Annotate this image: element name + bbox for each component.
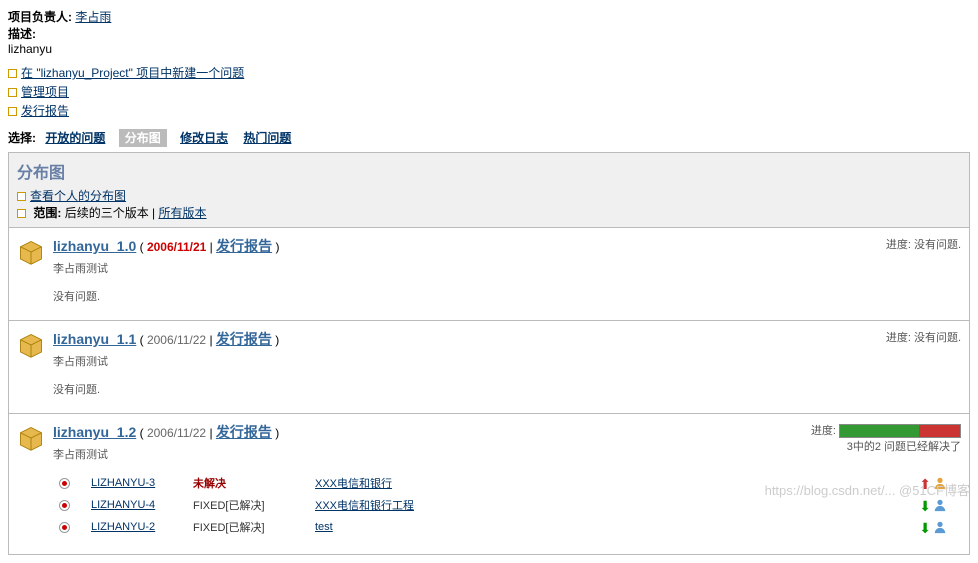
version-report-link[interactable]: 发行报告 [216,331,272,347]
issue-type-icon [59,500,70,511]
version-report-link[interactable]: 发行报告 [216,238,272,254]
tab-open-issues[interactable]: 开放的问题 [45,131,105,145]
bullet-icon [8,88,17,97]
assignee-icon[interactable] [933,520,947,534]
owner-label: 项目负责人: [8,10,72,24]
issue-summary-link[interactable]: test [315,521,333,533]
version-link[interactable]: lizhanyu_1.2 [53,424,136,440]
issue-status: FIXED[已解决] [187,516,309,538]
progress-bar [839,424,961,438]
package-icon [17,238,45,266]
tab-row: 选择: 开放的问题 分布图 修改日志 热门问题 [8,129,970,146]
arrow-up-icon[interactable]: ⬆ [917,476,931,490]
owner-link[interactable]: 李占雨 [75,10,111,24]
version-link[interactable]: lizhanyu_1.0 [53,238,136,254]
version-report-link[interactable]: 发行报告 [216,424,272,440]
bullet-icon [8,69,17,78]
tab-changelog[interactable]: 修改日志 [180,131,228,145]
version-block: lizhanyu_1.2 ( 2006/11/22 | 发行报告 )李占雨测试进… [9,413,969,554]
issue-key-link[interactable]: LIZHANYU-3 [91,477,155,489]
version-date: 2006/11/22 [147,426,206,440]
version-date: 2006/11/22 [147,333,206,347]
table-row: LIZHANYU-3 未解决 XXX电信和银行 ⬆ [53,472,953,494]
assignee-icon[interactable] [933,476,947,490]
table-row: LIZHANYU-4 FIXED[已解决] XXX电信和银行工程 ⬇ [53,494,953,516]
issue-type-icon [59,522,70,533]
issue-key-link[interactable]: LIZHANYU-2 [91,521,155,533]
version-desc: 李占雨测试 [53,353,961,369]
scope-label: 范围: [33,206,61,220]
issue-status: 未解决 [187,472,309,494]
version-date: 2006/11/21 [147,240,206,254]
progress-text: 3中的2 问题已经解决了 [811,438,961,454]
personal-chart-link[interactable]: 查看个人的分布图 [30,189,126,203]
issue-summary-link[interactable]: XXX电信和银行工程 [315,500,414,512]
panel-head: 分布图 查看个人的分布图 范围: 后续的三个版本 | 所有版本 [9,153,969,228]
bullet-icon [8,107,17,116]
scope-all-link[interactable]: 所有版本 [158,206,206,220]
arrow-down-icon[interactable]: ⬇ [917,520,931,534]
create-issue-link[interactable]: 在 "lizhanyu_Project" 项目中新建一个问题 [21,66,244,80]
panel-title: 分布图 [17,159,961,183]
no-issues-text: 没有问题. [53,288,961,304]
manage-project-link[interactable]: 管理项目 [21,85,69,99]
issue-key-link[interactable]: LIZHANYU-4 [91,499,155,511]
progress-box: 进度: 没有问题. [886,236,961,252]
assignee-icon[interactable] [933,498,947,512]
release-report-link[interactable]: 发行报告 [21,104,69,118]
bullet-icon [17,209,26,218]
arrow-down-icon[interactable]: ⬇ [917,498,931,512]
table-row: LIZHANYU-2 FIXED[已解决] test ⬇ [53,516,953,538]
distribution-panel: 分布图 查看个人的分布图 范围: 后续的三个版本 | 所有版本 lizhanyu… [8,152,970,555]
no-issues-text: 没有问题. [53,381,961,397]
version-link[interactable]: lizhanyu_1.1 [53,331,136,347]
issue-summary-link[interactable]: XXX电信和银行 [315,478,392,490]
project-header: 项目负责人: 李占雨 描述: lizhanyu [8,8,970,56]
desc-label: 描述: [8,27,36,41]
package-icon [17,331,45,359]
progress-box: 进度: 3中的2 问题已经解决了 [811,422,961,454]
issue-status: FIXED[已解决] [187,494,309,516]
scope-recent: 后续的三个版本 | [65,206,155,220]
version-block: lizhanyu_1.1 ( 2006/11/22 | 发行报告 )李占雨测试进… [9,320,969,413]
tab-chart[interactable]: 分布图 [119,129,167,147]
issue-table: LIZHANYU-3 未解决 XXX电信和银行 ⬆ LIZHANYU-4 FIXED[已解… [53,472,953,538]
progress-box: 进度: 没有问题. [886,329,961,345]
select-label: 选择: [8,131,36,145]
tab-hot[interactable]: 热门问题 [243,131,291,145]
action-list: 在 "lizhanyu_Project" 项目中新建一个问题 管理项目 发行报告 [8,64,970,119]
version-block: lizhanyu_1.0 ( 2006/11/21 | 发行报告 )李占雨测试进… [9,228,969,320]
desc-value: lizhanyu [8,42,970,56]
version-desc: 李占雨测试 [53,260,961,276]
bullet-icon [17,192,26,201]
issue-type-icon [59,478,70,489]
package-icon [17,424,45,452]
